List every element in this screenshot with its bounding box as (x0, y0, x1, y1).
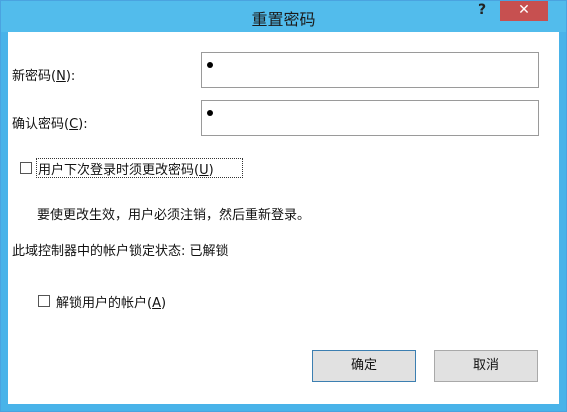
dialog-body: 新密码(N): 确认密码(C): 用户下次登录时须更改密码(U) 要使更改生效，… (8, 32, 559, 404)
help-icon: ? (477, 2, 487, 18)
title-bar: 重置密码 ? ✕ (1, 1, 566, 32)
unlock-account-label[interactable]: 解锁用户的帐户(A) (56, 292, 166, 311)
unlock-account-checkbox[interactable] (38, 295, 50, 307)
new-password-field[interactable] (201, 52, 539, 88)
new-password-label: 新密码(N): (12, 69, 76, 84)
reset-password-dialog: 重置密码 ? ✕ 新密码(N): 确认密码(C): 用户下次登录时须更改密码(U… (0, 0, 567, 412)
confirm-password-label: 确认密码(C): (12, 117, 88, 132)
change-at-logon-checkbox[interactable] (20, 162, 32, 174)
help-button[interactable]: ? (467, 1, 497, 21)
change-at-logon-label[interactable]: 用户下次登录时须更改密码(U) (38, 159, 214, 178)
lockout-status-text: 此域控制器中的帐户锁定状态: 已解锁 (12, 244, 229, 259)
close-icon: ✕ (518, 2, 530, 18)
ok-button[interactable]: 确定 (312, 350, 416, 382)
logoff-note: 要使更改生效，用户必须注销，然后重新登录。 (37, 208, 311, 223)
confirm-password-field[interactable] (201, 100, 539, 136)
close-button[interactable]: ✕ (500, 1, 548, 21)
password-mask-dot (207, 62, 213, 68)
password-mask-dot (207, 110, 213, 116)
cancel-button[interactable]: 取消 (434, 350, 538, 382)
